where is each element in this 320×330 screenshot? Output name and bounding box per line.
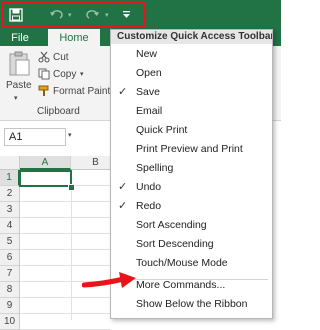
cut-icon[interactable] [38, 51, 50, 63]
menu-item-label: Quick Print [136, 124, 188, 136]
gridline [20, 233, 110, 234]
row-header[interactable]: 4 [0, 218, 20, 234]
menu-item-label: Sort Descending [136, 238, 214, 250]
menu-item-label: New [136, 48, 158, 60]
menu-item-quick-print[interactable]: Quick Print [111, 121, 272, 140]
gridline [71, 170, 72, 320]
menu-item-redo[interactable]: ✓ Redo [111, 197, 272, 216]
tab-file[interactable]: File [0, 29, 40, 46]
menu-item-label: Sort Ascending [136, 219, 207, 231]
row-header[interactable]: 3 [0, 202, 20, 218]
menu-item-new[interactable]: New [111, 45, 272, 64]
menu-item-label: Show Below the Ribbon [136, 298, 248, 310]
checkmark-icon: ✓ [118, 181, 128, 193]
clipboard-group-label: Clipboard [37, 106, 80, 117]
checkmark-icon: ✓ [118, 200, 128, 212]
menu-item-label: Touch/Mouse Mode [136, 257, 228, 269]
menu-item-label: Undo [136, 181, 162, 193]
cut-button[interactable]: Cut [53, 52, 69, 63]
select-all-corner[interactable] [0, 156, 20, 170]
row-header[interactable]: 1 [0, 170, 20, 186]
format-painter-icon[interactable] [38, 85, 50, 97]
gridline [20, 297, 110, 298]
menu-item-show-below-the-ribbon[interactable]: Show Below the Ribbon [111, 295, 272, 314]
gridline [20, 249, 110, 250]
gridline [20, 201, 110, 202]
menu-item-label: Print Preview and Print [136, 143, 243, 155]
gridline [20, 265, 110, 266]
active-cell-a1[interactable] [19, 170, 72, 187]
tab-home[interactable]: Home [48, 29, 100, 46]
menu-item-undo[interactable]: ✓ Undo [111, 178, 272, 197]
paste-button-label[interactable]: Paste [6, 80, 32, 91]
checkmark-icon: ✓ [118, 86, 128, 98]
gridline [20, 313, 110, 314]
format-painter-button[interactable]: Format Painte [53, 86, 116, 97]
gridline [20, 217, 110, 218]
paste-dropdown-icon[interactable]: ▾ [14, 94, 18, 102]
row-header[interactable]: 7 [0, 266, 20, 282]
menu-item-open[interactable]: Open [111, 64, 272, 83]
copy-icon[interactable] [38, 68, 50, 80]
column-header-a[interactable]: A [20, 156, 71, 170]
menu-item-label: Spelling [136, 162, 174, 174]
copy-button[interactable]: Copy [53, 69, 76, 80]
menu-item-label: Open [136, 67, 162, 79]
paste-icon[interactable] [7, 51, 31, 77]
menu-item-save[interactable]: ✓ Save [111, 83, 272, 102]
menu-item-spelling[interactable]: Spelling [111, 159, 272, 178]
row-header[interactable]: 8 [0, 282, 20, 298]
red-arrow-annotation [81, 269, 138, 291]
row-header[interactable]: 2 [0, 186, 20, 202]
qat-highlight-box [2, 2, 146, 27]
menu-item-label: More Commands... [136, 279, 226, 291]
fill-handle[interactable] [68, 184, 75, 191]
menu-item-sort-ascending[interactable]: Sort Ascending [111, 216, 272, 235]
menu-item-label: Redo [136, 200, 162, 212]
menu-item-email[interactable]: Email [111, 102, 272, 121]
menu-item-sort-descending[interactable]: Sort Descending [111, 235, 272, 254]
menu-item-label: Save [136, 86, 160, 98]
name-box[interactable]: A1 [4, 128, 66, 146]
menu-item-print-preview-and-print[interactable]: Print Preview and Print [111, 140, 272, 159]
menu-item-label: Email [136, 105, 163, 117]
row-header[interactable]: 9 [0, 298, 20, 314]
copy-dropdown-icon[interactable]: ▾ [80, 70, 84, 78]
name-box-dropdown-icon[interactable]: ▾ [68, 131, 72, 139]
row-header[interactable]: 10 [0, 314, 20, 330]
row-header[interactable]: 6 [0, 250, 20, 266]
menu-title: Customize Quick Access Toolbar [111, 30, 272, 44]
menu-separator [132, 279, 268, 280]
row-header[interactable]: 5 [0, 234, 20, 250]
